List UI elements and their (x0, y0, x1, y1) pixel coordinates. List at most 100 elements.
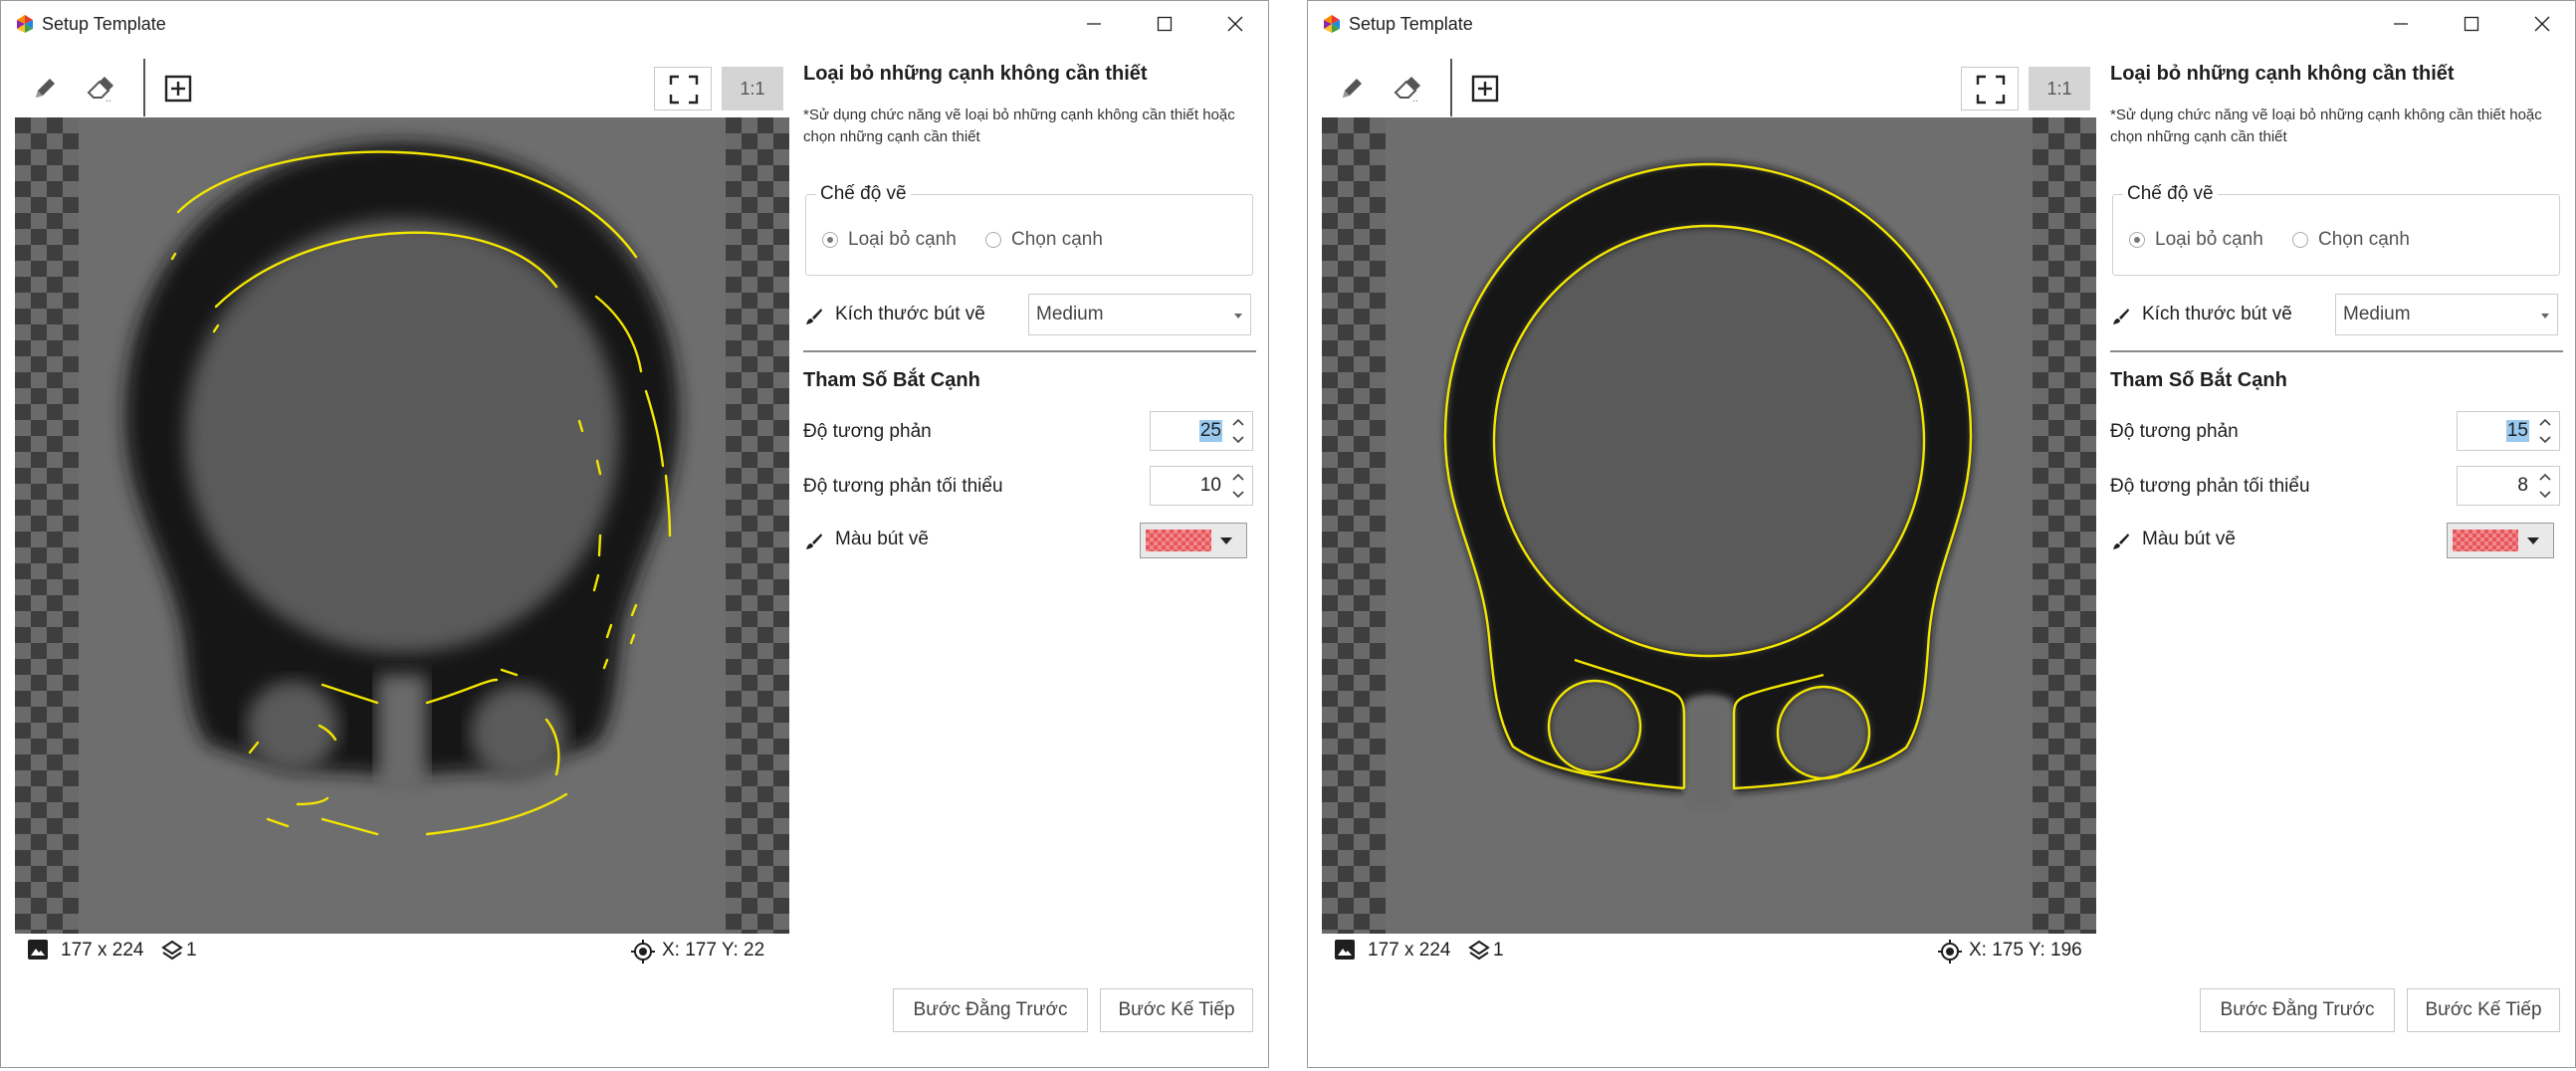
actual-size-button[interactable]: 1:1 (722, 67, 783, 110)
decrement-button[interactable] (2533, 431, 2557, 449)
brush-size-label: Kích thước bút vẽ (835, 304, 985, 324)
edge-params-title: Tham Số Bắt Cạnh (803, 369, 980, 391)
eraser-tool-button[interactable]: .. (77, 67, 120, 110)
min-contrast-value: 10 (1199, 475, 1221, 496)
pencil-tool-button[interactable] (23, 67, 67, 110)
add-region-button[interactable] (156, 67, 200, 110)
brush-size-value: Medium (1036, 304, 1104, 324)
previous-step-button[interactable]: Bước Đằng Trước (893, 988, 1088, 1032)
draw-mode-group: Chế độ vẽ Loại bỏ cạnh Chọn cạnh (2112, 183, 2560, 276)
chevron-down-icon (2527, 537, 2539, 544)
chevron-down-icon (1232, 436, 1244, 444)
close-icon (1227, 16, 1243, 32)
image-canvas[interactable] (1322, 117, 2096, 934)
radio-label: Loại bỏ cạnh (2155, 229, 2263, 250)
eraser-tool-button[interactable]: .. (1384, 67, 1427, 110)
brush-size-select[interactable]: Medium (2335, 294, 2558, 335)
transparent-background (15, 117, 79, 934)
chevron-down-icon (1220, 537, 1232, 544)
title-bar[interactable]: Setup Template (1308, 1, 2575, 47)
image-icon (1335, 940, 1355, 960)
radio-dot (822, 232, 838, 248)
layers-icon (161, 940, 183, 961)
fit-screen-button[interactable] (1961, 67, 2019, 110)
next-step-button[interactable]: Bước Kế Tiếp (1100, 988, 1253, 1032)
layer-count-text: 1 (1493, 940, 1504, 961)
panel-description: *Sử dụng chức năng vẽ loại bỏ những cạnh… (2110, 107, 2542, 145)
min-contrast-spinbox[interactable]: 10 (1150, 466, 1253, 506)
fit-screen-button[interactable] (654, 67, 712, 110)
min-contrast-label: Độ tương phản tối thiểu (803, 476, 1003, 497)
chevron-down-icon (2541, 314, 2549, 319)
status-bar: 177 x 224 1 X: 175 Y: 196 (1322, 937, 2096, 966)
brush-icon (2113, 534, 2129, 549)
chevron-up-icon (2539, 418, 2551, 426)
crosshair-icon (631, 940, 655, 964)
crosshair-icon (1938, 940, 1962, 964)
title-bar[interactable]: Setup Template (1, 1, 1268, 47)
chevron-up-icon (1232, 418, 1244, 426)
svg-text:..: .. (106, 95, 111, 103)
brush-color-picker[interactable] (1140, 523, 1247, 558)
actual-size-button[interactable]: 1:1 (2029, 67, 2090, 110)
decrement-button[interactable] (1226, 431, 1250, 449)
close-button[interactable] (1204, 3, 1268, 45)
increment-button[interactable] (2533, 468, 2557, 486)
pencil-icon (1343, 79, 1362, 98)
min-contrast-value: 8 (2517, 475, 2528, 496)
draw-mode-legend: Chế độ vẽ (816, 183, 911, 205)
maximize-button[interactable] (2441, 3, 2504, 45)
increment-button[interactable] (1226, 468, 1250, 486)
app-logo-icon (17, 15, 33, 33)
brush-color-label: Màu bút vẽ (2142, 529, 2236, 549)
template-image (1386, 117, 2033, 934)
brush-icon (806, 309, 822, 324)
edge-params-title: Tham Số Bắt Cạnh (2110, 369, 2287, 391)
increment-button[interactable] (1226, 413, 1250, 431)
contrast-spinbox[interactable]: 25 (1150, 411, 1253, 451)
maximize-button[interactable] (1134, 3, 1197, 45)
decrement-button[interactable] (2533, 486, 2557, 504)
setup-template-window: Setup Template .. 1:1 (1307, 0, 2576, 1068)
min-contrast-spinbox[interactable]: 8 (2457, 466, 2560, 506)
minimize-icon (2394, 23, 2408, 25)
pencil-tool-button[interactable] (1330, 67, 1374, 110)
increment-button[interactable] (2533, 413, 2557, 431)
maximize-icon (1157, 16, 1173, 32)
transparent-background (726, 117, 789, 934)
contrast-label: Độ tương phản (2110, 421, 2239, 442)
color-swatch (2453, 530, 2518, 551)
brush-size-label: Kích thước bút vẽ (2142, 304, 2292, 324)
brush-icon (2113, 309, 2129, 324)
next-step-button[interactable]: Bước Kế Tiếp (2407, 988, 2560, 1032)
section-divider (803, 350, 1256, 352)
radio-dot (985, 232, 1001, 248)
radio-label: Chọn cạnh (2318, 229, 2410, 250)
add-region-button[interactable] (1463, 67, 1507, 110)
min-contrast-label: Độ tương phản tối thiểu (2110, 476, 2310, 497)
cursor-coords-text: X: 177 Y: 22 (662, 940, 765, 961)
panel-description: *Sử dụng chức năng vẽ loại bỏ những cạnh… (803, 107, 1235, 145)
add-box-icon (1471, 75, 1499, 103)
contrast-spinbox[interactable]: 15 (2457, 411, 2560, 451)
contrast-label: Độ tương phản (803, 421, 932, 442)
minimize-button[interactable] (1063, 3, 1127, 45)
close-button[interactable] (2511, 3, 2575, 45)
minimize-button[interactable] (2370, 3, 2434, 45)
layers-icon (1468, 940, 1490, 961)
app-logo-icon (1324, 15, 1340, 33)
image-icon (28, 940, 48, 960)
draw-mode-group: Chế độ vẽ Loại bỏ cạnh Chọn cạnh (805, 183, 1253, 276)
ring-inner-hole (1495, 227, 1923, 655)
brush-color-picker[interactable] (2447, 523, 2554, 558)
brush-size-select[interactable]: Medium (1028, 294, 1251, 335)
chevron-down-icon (2539, 436, 2551, 444)
canvas-toolbar: .. 1:1 (1308, 59, 2100, 116)
radio-label: Chọn cạnh (1011, 229, 1103, 250)
decrement-button[interactable] (1226, 486, 1250, 504)
image-canvas[interactable] (15, 117, 789, 934)
draw-mode-legend: Chế độ vẽ (2123, 183, 2218, 205)
status-bar: 177 x 224 1 X: 177 Y: 22 (15, 937, 789, 966)
previous-step-button[interactable]: Bước Đằng Trước (2200, 988, 2395, 1032)
fit-screen-icon (669, 75, 699, 105)
